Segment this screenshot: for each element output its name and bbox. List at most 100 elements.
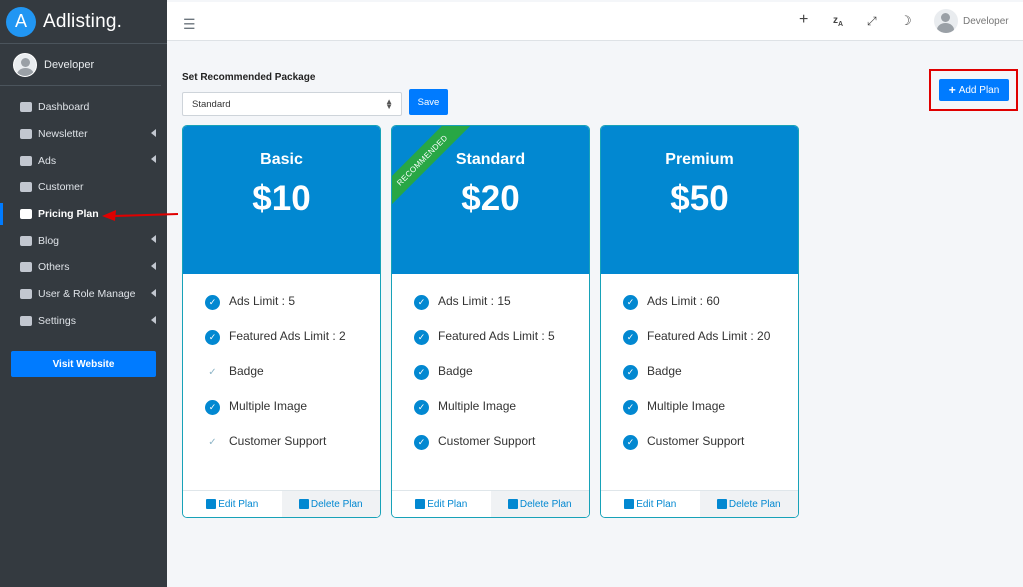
- blog-icon: [20, 235, 32, 246]
- plan-feature: ✓ Multiple Image: [623, 399, 798, 434]
- sidebar-item-customer[interactable]: Customer: [0, 174, 167, 201]
- plus-icon[interactable]: +: [799, 11, 808, 29]
- feature-text: Multiple Image: [647, 399, 726, 413]
- sort-arrows-icon: ▲ ▼: [385, 97, 393, 111]
- plan-feature: ✓ Customer Support: [205, 434, 380, 469]
- plan-feature: ✓ Badge: [205, 364, 380, 399]
- plan-card-standard: RECOMMENDED Standard $20 ✓ Ads Limit : 15…: [391, 125, 590, 518]
- brand-logo: A: [6, 6, 36, 37]
- sidebar: A Adlisting. Developer Dashboard Newslet…: [0, 0, 167, 587]
- plan-card-footer: Edit Plan Delete Plan: [183, 490, 380, 517]
- edit-icon: [206, 499, 217, 509]
- top-user-name[interactable]: Developer: [963, 16, 1009, 27]
- sidebar-item-label: Others: [38, 261, 70, 274]
- fullscreen-icon[interactable]: ⤢: [867, 14, 877, 29]
- trash-icon: [716, 499, 727, 509]
- check-circle-icon: ✓: [205, 295, 220, 310]
- annotation-arrow: [102, 210, 179, 221]
- add-plan-label: Add Plan: [958, 84, 1000, 96]
- plan-features: ✓ Ads Limit : 5 ✓ Featured Ads Limit : 2 ✓…: [183, 274, 380, 469]
- chevron-left-icon: [151, 262, 156, 271]
- plan-features: ✓ Ads Limit : 15 ✓ Featured Ads Limit : 5 …: [392, 274, 589, 469]
- edit-plan-button[interactable]: Edit Plan: [601, 491, 700, 517]
- save-button[interactable]: Save: [409, 89, 448, 115]
- chevron-left-icon: [151, 155, 156, 164]
- sidebar-user-name: Developer: [44, 58, 95, 71]
- sidebar-item-label: Ads: [38, 154, 57, 167]
- sidebar-item-settings[interactable]: Settings: [0, 308, 167, 335]
- check-circle-icon: ✓: [623, 400, 638, 415]
- feature-text: Badge: [647, 364, 682, 378]
- delete-plan-label: Delete Plan: [728, 498, 781, 510]
- trash-icon: [298, 499, 309, 509]
- user-panel[interactable]: Developer: [0, 44, 161, 86]
- sidebar-item-ads[interactable]: Ads: [0, 147, 167, 174]
- chevron-left-icon: [151, 315, 156, 324]
- check-circle-icon: ✓: [414, 330, 429, 345]
- plan-feature: ✓ Featured Ads Limit : 2: [205, 329, 380, 364]
- delete-plan-label: Delete Plan: [310, 498, 363, 510]
- plan-price: $20: [461, 179, 520, 218]
- moon-icon[interactable]: ☽: [900, 13, 912, 29]
- plan-name: Premium: [665, 151, 734, 168]
- sidebar-item-dashboard[interactable]: Dashboard: [0, 94, 167, 121]
- sidebar-item-blog[interactable]: Blog: [0, 227, 167, 254]
- edit-plan-label: Edit Plan: [218, 498, 259, 510]
- sidebar-item-label: Dashboard: [38, 101, 90, 114]
- check-circle-icon: ✓: [414, 295, 429, 310]
- envelope-icon: [20, 129, 32, 140]
- lock-icon: [20, 289, 32, 300]
- sidebar-item-label: Blog: [38, 234, 60, 247]
- plan-card-header: Basic $10: [183, 126, 380, 274]
- check-circle-icon: ✓: [414, 400, 429, 415]
- plan-card-basic: Basic $10 ✓ Ads Limit : 5 ✓ Featured Ads L…: [182, 125, 381, 518]
- plan-feature: ✓ Featured Ads Limit : 20: [623, 329, 798, 364]
- check-circle-icon: ✓: [623, 435, 638, 450]
- edit-icon: [415, 499, 426, 509]
- hamburger-icon[interactable]: ☰: [183, 16, 196, 33]
- plan-feature: ✓ Ads Limit : 5: [205, 294, 380, 329]
- feature-text: Ads Limit : 5: [229, 294, 296, 308]
- credit-card-icon: [20, 209, 32, 220]
- feature-text: Customer Support: [438, 434, 536, 448]
- sidebar-item-label: Newsletter: [38, 128, 88, 141]
- feature-text: Customer Support: [647, 434, 745, 448]
- visit-website-button[interactable]: Visit Website: [11, 351, 156, 377]
- feature-text: Customer Support: [229, 434, 327, 448]
- delete-plan-label: Delete Plan: [519, 498, 572, 510]
- select-value: Standard: [192, 99, 231, 110]
- delete-plan-button[interactable]: Delete Plan: [490, 491, 589, 517]
- add-plan-button[interactable]: + Add Plan: [939, 79, 1009, 101]
- edit-plan-button[interactable]: Edit Plan: [183, 491, 282, 517]
- translate-icon[interactable]: zA: [833, 15, 843, 28]
- plan-feature: ✓ Ads Limit : 15: [414, 294, 589, 329]
- list-icon: [20, 262, 32, 273]
- brand-name: Adlisting.: [43, 10, 123, 32]
- plan-card-header: Premium $50: [601, 126, 798, 274]
- edit-plan-button[interactable]: Edit Plan: [392, 491, 491, 517]
- plan-feature: ✓ Badge: [623, 364, 798, 399]
- plan-feature: ✓ Multiple Image: [414, 399, 589, 434]
- plan-feature: ✓ Multiple Image: [205, 399, 380, 434]
- check-icon: ✓: [208, 367, 217, 378]
- sidebar-item-newsletter[interactable]: Newsletter: [0, 121, 167, 148]
- trash-icon: [507, 499, 518, 509]
- check-icon: ✓: [208, 437, 217, 448]
- sidebar-item-user-role-manage[interactable]: User & Role Manage: [0, 281, 167, 308]
- chevron-left-icon: [151, 288, 156, 297]
- recommended-package-select[interactable]: Standard ▲ ▼: [182, 92, 402, 116]
- brand[interactable]: A Adlisting.: [0, 0, 167, 44]
- sidebar-item-others[interactable]: Others: [0, 254, 167, 281]
- plan-feature: ✓ Ads Limit : 60: [623, 294, 798, 329]
- delete-plan-button[interactable]: Delete Plan: [699, 491, 798, 517]
- delete-plan-button[interactable]: Delete Plan: [281, 491, 380, 517]
- avatar[interactable]: [933, 8, 959, 34]
- check-circle-icon: ✓: [623, 330, 638, 345]
- feature-text: Ads Limit : 15: [438, 294, 511, 308]
- feature-text: Multiple Image: [229, 399, 308, 413]
- plan-card-header: RECOMMENDED Standard $20: [392, 126, 589, 274]
- feature-text: Badge: [438, 364, 473, 378]
- plus-icon: +: [948, 83, 956, 97]
- chevron-left-icon: [151, 235, 156, 244]
- feature-text: Featured Ads Limit : 20: [647, 329, 771, 343]
